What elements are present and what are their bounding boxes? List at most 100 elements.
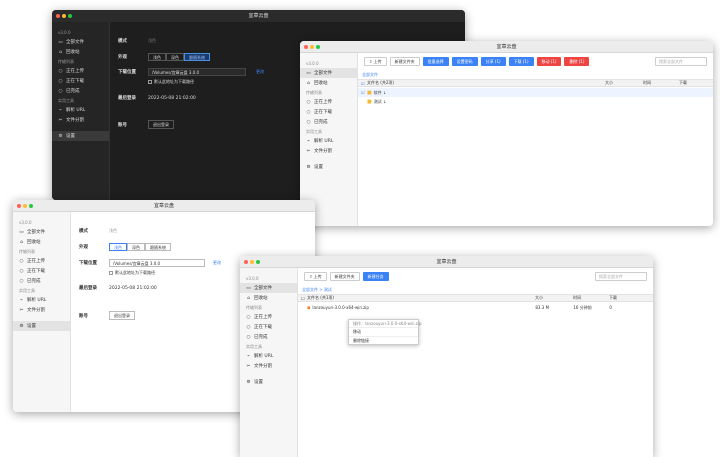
sidebar-item-downloading[interactable]: ○ 正在下载	[52, 76, 109, 86]
sidebar-item-recycle[interactable]: ⌂ 回收站	[13, 237, 70, 247]
sidebar-item-uploading[interactable]: ○ 正在上传	[13, 256, 70, 266]
appearance-dark[interactable]: 深色	[127, 243, 145, 251]
maximize-button[interactable]	[29, 203, 33, 208]
sidebar-item-all-files[interactable]: ▭ 全部文件	[52, 37, 109, 47]
maximize-button[interactable]	[256, 259, 260, 264]
column-name[interactable]: 文件名 (共2项)	[367, 80, 605, 86]
column-download[interactable]: 下载	[679, 80, 687, 86]
sidebar-item-parse-url[interactable]: ⌁ 解析 URL	[52, 105, 109, 115]
sidebar-item-all-files[interactable]: ▭ 全部文件	[13, 227, 70, 237]
move-button[interactable]: 移动 (1)	[536, 56, 562, 66]
minimize-button[interactable]	[23, 203, 27, 208]
download-button[interactable]: 下载 (1)	[508, 56, 534, 66]
column-time[interactable]: 时间	[573, 295, 609, 301]
table-row[interactable]: ▪ lanzouyun-3.0.0-x64-win.zip 83.3 M 16 …	[298, 303, 653, 312]
sidebar-item-recycle[interactable]: ⌂ 回收站	[300, 78, 357, 88]
close-button[interactable]	[56, 14, 60, 18]
set-password-button[interactable]: 设置密码	[451, 56, 478, 66]
maximize-button[interactable]	[68, 14, 72, 18]
sidebar-item-settings[interactable]: ⚙ 设置	[240, 377, 297, 387]
sidebar-item-file-split[interactable]: ✂ 文件分割	[52, 115, 109, 125]
context-menu-move[interactable]: 移动	[349, 328, 418, 336]
sidebar-item-settings[interactable]: ⚙ 设置	[300, 162, 357, 172]
appearance-system[interactable]: 跟随系统	[184, 53, 210, 61]
new-folder-button[interactable]: 新建文件夹	[389, 56, 420, 66]
scissors-icon: ✂	[306, 148, 311, 154]
sidebar-item-uploading[interactable]: ○ 正在上传	[300, 97, 357, 107]
sidebar-item-recycle[interactable]: ⌂ 回收站	[240, 293, 297, 303]
delete-button[interactable]: 删除 (1)	[564, 56, 590, 66]
app-version: v3.0.0	[58, 30, 71, 35]
table-row[interactable]: ■ 测试 ↓	[358, 97, 713, 106]
column-size[interactable]: 大小	[535, 295, 573, 301]
upload-button[interactable]: ⇧ 上传	[304, 271, 327, 281]
sidebar-item-uploading[interactable]: ○ 正在上传	[52, 66, 109, 76]
checkbox-box[interactable]	[109, 271, 113, 275]
minimize-button[interactable]	[250, 259, 254, 264]
sidebar-item-completed[interactable]: ○ 已完成	[13, 276, 70, 286]
maximize-button[interactable]	[316, 44, 320, 49]
download-path-input[interactable]: /Volumes/宜章云盘 3.0.0	[148, 68, 246, 76]
table-row[interactable]: ☑ ■ 软件 ↓	[358, 88, 713, 97]
checkbox-box[interactable]	[148, 80, 152, 84]
sidebar: v3.0.0 ▭ 全部文件 ⌂ 回收站 传输列表 ○ 正在上传 ○ 正在下载 ○ 已完成 …	[240, 268, 298, 457]
change-path-link[interactable]: 更改	[213, 260, 221, 266]
column-name[interactable]: 文件名 (共1项)	[307, 295, 535, 301]
context-menu-delete-link[interactable]: 删除链接	[349, 336, 418, 344]
sidebar-item-parse-url[interactable]: ⌁ 解析 URL	[13, 295, 70, 305]
minimize-button[interactable]	[310, 44, 314, 49]
new-task-button[interactable]: 新建任务	[362, 271, 389, 281]
sidebar-item-recycle[interactable]: ⌂ 回收站	[52, 47, 109, 57]
sidebar-item-all-files[interactable]: ▭ 全部文件	[300, 68, 357, 78]
sidebar-item-file-split[interactable]: ✂ 文件分割	[240, 361, 297, 371]
breadcrumb[interactable]: 全部文件 > 测试	[302, 287, 332, 293]
gear-icon: ⚙	[19, 323, 24, 329]
batch-select-button[interactable]: 批量选择	[422, 56, 449, 66]
column-time[interactable]: 时间	[643, 80, 679, 86]
new-folder-button[interactable]: 新建文件夹	[329, 271, 360, 281]
search-input[interactable]: 搜索全部文件	[595, 272, 647, 281]
sidebar-item-parse-url[interactable]: ⌁ 解析 URL	[240, 351, 297, 361]
column-size[interactable]: 大小	[605, 80, 643, 86]
close-button[interactable]	[304, 44, 308, 49]
scissors-icon: ✂	[19, 307, 24, 313]
sidebar-item-downloading[interactable]: ○ 正在下载	[13, 266, 70, 276]
appearance-light[interactable]: 浅色	[148, 53, 166, 61]
default-path-checkbox[interactable]: 默认此地址为下载路径	[148, 79, 194, 85]
appearance-system[interactable]: 跟随系统	[145, 243, 171, 251]
sidebar-item-uploading[interactable]: ○ 正在上传	[240, 312, 297, 322]
appearance-light[interactable]: 浅色	[109, 243, 127, 251]
last-login-row: 最后登录 2022-05-08 21:02:00	[79, 285, 157, 292]
logout-button[interactable]: 退出登录	[148, 120, 174, 129]
sidebar-item-downloading[interactable]: ○ 正在下载	[300, 107, 357, 117]
close-button[interactable]	[244, 259, 248, 264]
default-path-checkbox[interactable]: 默认此地址为下载路径	[109, 270, 155, 276]
search-input[interactable]: 搜索全部文件	[655, 57, 707, 66]
check-icon: ○	[58, 88, 63, 94]
appearance-row: 外观 浅色 深色 跟随系统	[118, 53, 210, 61]
minimize-button[interactable]	[62, 14, 66, 18]
sidebar-item-all-files[interactable]: ▭ 全部文件	[240, 283, 297, 293]
sidebar-item-parse-url[interactable]: ⌁ 解析 URL	[300, 136, 357, 146]
table-header: ☑ 文件名 (共2项) 大小 时间 下载	[358, 79, 713, 87]
sidebar-item-file-split[interactable]: ✂ 文件分割	[300, 146, 357, 156]
logout-button[interactable]: 退出登录	[109, 311, 135, 320]
sidebar-item-downloading[interactable]: ○ 正在下载	[240, 322, 297, 332]
account-row: 账号 退出登录	[118, 120, 174, 129]
appearance-dark[interactable]: 深色	[166, 53, 184, 61]
change-path-link[interactable]: 更改	[256, 69, 264, 75]
sidebar-item-completed[interactable]: ○ 已完成	[52, 86, 109, 96]
column-download[interactable]: 下载	[609, 295, 617, 301]
breadcrumb[interactable]: 全部文件	[362, 72, 378, 78]
sidebar-item-settings[interactable]: ⚙ 设置	[52, 131, 109, 141]
sidebar-item-completed[interactable]: ○ 已完成	[240, 332, 297, 342]
sidebar-item-completed[interactable]: ○ 已完成	[300, 117, 357, 127]
download-path-input[interactable]: /Volumes/宜章云盘 3.0.0	[109, 259, 205, 267]
close-button[interactable]	[17, 203, 21, 208]
trash-icon: ⌂	[59, 49, 62, 55]
upload-button[interactable]: ⇧ 上传	[364, 56, 387, 66]
sidebar-item-file-split[interactable]: ✂ 文件分割	[13, 305, 70, 315]
share-button[interactable]: 分享 (1)	[480, 56, 506, 66]
sidebar-item-settings[interactable]: ⚙ 设置	[13, 321, 70, 331]
sidebar: v3.0.0 ▭ 全部文件 ⌂ 回收站 传输列表 ○ 正在上传 ○ 正在下载 ○ 已完成 …	[13, 212, 71, 412]
